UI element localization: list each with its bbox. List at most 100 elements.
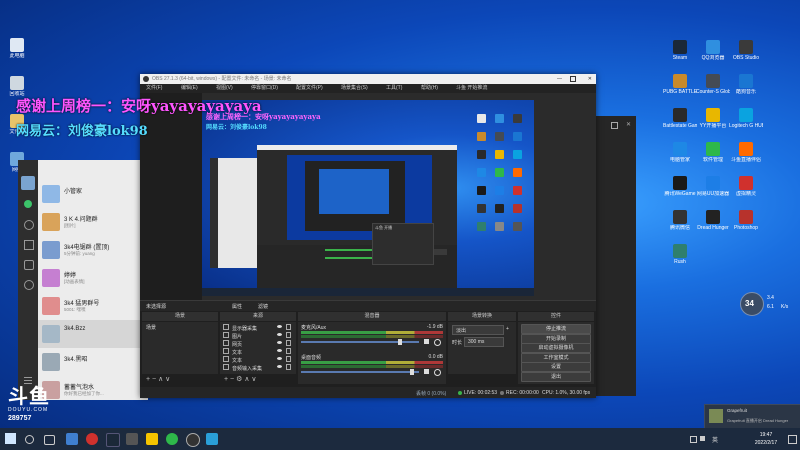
moments-icon[interactable] — [24, 280, 34, 290]
lock-icon[interactable] — [286, 348, 291, 354]
source-item[interactable]: 显示器采集 — [223, 324, 293, 332]
scene-item[interactable]: 场景 — [146, 324, 156, 331]
files-icon[interactable] — [24, 260, 34, 270]
speaker-icon[interactable] — [424, 339, 429, 344]
control-button[interactable]: 停止推流 — [521, 324, 591, 334]
chat-list-item[interactable]: 3k4.Bzz — [38, 320, 148, 348]
minimize-icon[interactable]: — — [557, 74, 562, 84]
maximize-icon[interactable] — [570, 76, 576, 82]
down-icon[interactable]: ∨ — [251, 376, 256, 383]
desktop-icon[interactable]: QQ浏览器 — [696, 40, 730, 61]
source-item[interactable]: 网页 — [223, 340, 293, 348]
desktop-icon[interactable]: Photoshop — [729, 210, 763, 231]
chat-list-item[interactable]: 3k4 猛男群号 5001: 嘿嘿 — [38, 292, 148, 320]
desktop-icon[interactable]: OBS Studio — [729, 40, 763, 61]
close-icon[interactable]: ✕ — [626, 122, 632, 128]
control-button[interactable]: 开始录制 — [521, 333, 591, 344]
desktop-icon[interactable]: 软件管理 — [696, 142, 730, 163]
chat-list-item[interactable]: 小管家 — [38, 180, 148, 208]
visibility-icon[interactable] — [277, 333, 282, 336]
gear-icon[interactable] — [434, 339, 441, 346]
taskbar-netease-music-icon[interactable] — [86, 433, 98, 445]
taskbar-app-1-icon[interactable] — [66, 433, 78, 445]
gear-icon[interactable]: ⚙ — [236, 376, 242, 383]
obs-menu-item[interactable]: 斗鱼 开始推流 — [456, 84, 487, 93]
desktop-icon[interactable]: Counter-S Global Of... — [696, 74, 730, 95]
desktop-icon[interactable]: 斗鱼直播伴侣 — [729, 142, 763, 163]
avatar[interactable] — [21, 176, 35, 190]
volume-slider[interactable] — [301, 371, 419, 373]
source-item[interactable]: 图片 — [223, 332, 293, 340]
obs-menu-item[interactable]: 工具(T) — [386, 84, 402, 93]
taskbar-app-4-icon[interactable] — [126, 433, 138, 445]
up-icon[interactable]: ∧ — [158, 376, 163, 383]
lock-icon[interactable] — [286, 356, 291, 362]
obs-menu-item[interactable]: 停靠窗口(D) — [251, 84, 278, 93]
filters-button[interactable]: 滤镜 — [258, 303, 268, 310]
add-icon[interactable]: + — [224, 376, 228, 383]
clock[interactable]: 19:47 2022/2/17 — [748, 431, 784, 447]
remove-icon[interactable]: − — [152, 376, 156, 383]
desktop-icon[interactable]: Rush — [663, 244, 697, 265]
desktop-icon[interactable]: Battlestate Games L... — [663, 108, 697, 129]
desktop-icon[interactable]: 虚拟精灵 — [729, 176, 763, 197]
obs-menu-item[interactable]: 文件(F) — [146, 84, 162, 93]
desktop-icon[interactable]: 回收站 — [0, 76, 34, 97]
network-icon[interactable] — [690, 436, 697, 443]
maximize-icon[interactable] — [611, 122, 618, 129]
notification-center-icon[interactable] — [788, 435, 797, 444]
volume-slider-handle[interactable] — [410, 369, 414, 375]
obs-menu-item[interactable]: 编辑(E) — [181, 84, 198, 93]
search-icon[interactable] — [25, 435, 34, 444]
desktop-icon[interactable]: Logitech G HUB — [729, 108, 763, 129]
desktop-icon[interactable]: Steam — [663, 40, 697, 61]
chat-list-item[interactable]: 蓄蓄气泡水 你好我已经加了你... — [38, 376, 148, 404]
visibility-icon[interactable] — [277, 357, 282, 360]
desktop-icon[interactable]: 酷狗音乐 — [729, 74, 763, 95]
taskbar-app-8-icon[interactable] — [206, 433, 218, 445]
down-icon[interactable]: ∨ — [165, 376, 170, 383]
desktop-icon[interactable]: 腾讯微信 — [663, 210, 697, 231]
obs-menu-item[interactable]: 帮助(H) — [421, 84, 438, 93]
add-icon[interactable]: + — [146, 376, 150, 383]
source-item[interactable]: 音频输入采集 — [223, 364, 293, 372]
control-button[interactable]: 退出 — [521, 372, 591, 382]
source-item[interactable]: 文本 — [223, 348, 293, 356]
chat-list-item[interactable]: 婷婷 [动画表情] — [38, 264, 148, 292]
duration-input[interactable]: 300 ms — [464, 337, 504, 347]
lock-icon[interactable] — [286, 364, 291, 370]
start-icon[interactable] — [5, 433, 16, 444]
lock-icon[interactable] — [286, 340, 291, 346]
favorites-icon[interactable] — [24, 240, 34, 250]
desktop-icon[interactable]: PUBG BATTLEGR... — [663, 74, 697, 95]
chat-list-item[interactable]: 3k4.黑昭 — [38, 348, 148, 376]
obs-menu-item[interactable]: 场景集合(S) — [341, 84, 368, 93]
obs-menu-item[interactable]: 视图(V) — [216, 84, 233, 93]
up-icon[interactable]: ∧ — [244, 376, 249, 383]
notification-toast[interactable]: Grapefruit Grapefruit 直播开启 Dread Hunger — [704, 404, 800, 430]
desktop-icon[interactable]: 腾讯WeGame — [663, 176, 697, 197]
taskbar-app-5-icon[interactable] — [146, 433, 158, 445]
volume-icon[interactable] — [700, 436, 705, 441]
desktop-icon[interactable]: Dread Hunger — [696, 210, 730, 231]
chat-list-item[interactable]: 3k4电锯群 (置顶) 5分钟前: yuang — [38, 236, 148, 264]
desktop-icon[interactable]: 网易UU加速器 — [696, 176, 730, 197]
properties-button[interactable]: 属性 — [232, 303, 242, 310]
visibility-icon[interactable] — [277, 341, 282, 344]
gear-icon[interactable] — [434, 369, 441, 376]
control-button[interactable]: 启动虚拟摄像机 — [521, 343, 591, 354]
visibility-icon[interactable] — [277, 325, 282, 328]
taskbar-wechat-icon[interactable] — [166, 433, 178, 445]
visibility-icon[interactable] — [277, 365, 282, 368]
obs-menu-item[interactable]: 配置文件(P) — [296, 84, 323, 93]
remove-icon[interactable]: − — [230, 376, 234, 383]
visibility-icon[interactable] — [277, 349, 282, 352]
desktop-icon[interactable]: YY开播平台 — [696, 108, 730, 129]
desktop-icon[interactable]: 电脑管家 — [663, 142, 697, 163]
menu-icon[interactable] — [24, 380, 32, 381]
transition-add-icon[interactable]: + — [506, 326, 509, 332]
speaker-icon[interactable] — [424, 369, 429, 374]
obs-preview[interactable]: 斗鱼 开播 感谢上周榜一：安呀yayayayayaya 网易云：刘俊豪lok98 — [202, 100, 534, 296]
taskview-icon[interactable] — [44, 435, 55, 445]
taskbar-obs-icon[interactable] — [186, 433, 200, 447]
